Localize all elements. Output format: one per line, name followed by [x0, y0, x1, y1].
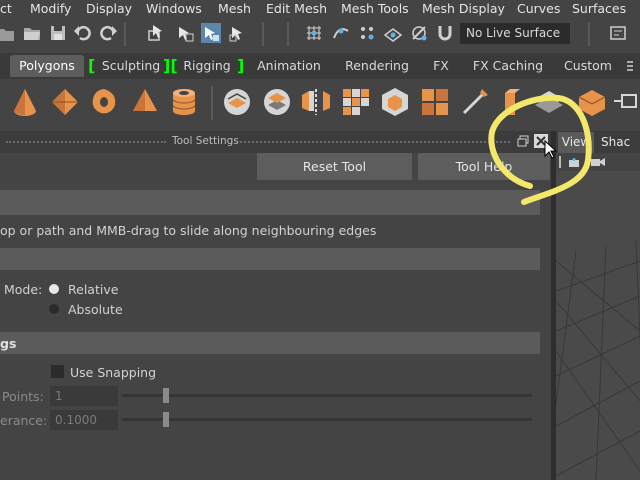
drag-handle[interactable]	[6, 141, 166, 145]
mouse-cursor-icon	[544, 140, 558, 159]
folder-open-icon[interactable]	[0, 23, 20, 43]
snap-points-label: Points:	[2, 389, 44, 404]
use-snapping-checkbox[interactable]	[51, 365, 64, 378]
relative-label: Relative	[68, 282, 119, 297]
snap-to-grid-icon[interactable]	[304, 23, 324, 43]
absolute-label: Absolute	[68, 302, 123, 317]
snap-points-slider[interactable]	[122, 394, 532, 397]
reduce-icon[interactable]	[378, 85, 412, 119]
tab-rigging[interactable]: Rigging	[178, 55, 236, 77]
redo-icon[interactable]	[98, 23, 118, 43]
tolerance-slider[interactable]	[122, 418, 532, 421]
toolbar-separator	[588, 22, 590, 46]
tab-fx-caching[interactable]: FX Caching	[468, 55, 548, 77]
make-live-icon[interactable]	[409, 23, 429, 43]
menu-bar: ct Modify Display Windows Mesh Edit Mesh…	[0, 0, 640, 17]
tool-settings-title: Tool Settings	[172, 135, 239, 147]
drag-handle[interactable]	[240, 141, 510, 145]
menu-select[interactable]: ct	[0, 1, 12, 16]
bracket-mid: ][	[163, 56, 178, 75]
open-scene-icon[interactable]	[22, 23, 42, 43]
tab-polygons[interactable]: Polygons	[10, 55, 84, 77]
tolerance-label: erance:	[0, 413, 48, 428]
snap-to-view-plane-icon[interactable]	[383, 23, 403, 43]
use-snapping-label: Use Snapping	[70, 365, 157, 380]
tab-sculpting[interactable]: Sculpting	[95, 55, 167, 77]
select-by-component-icon[interactable]	[201, 23, 221, 43]
snap-points-slider-handle[interactable]	[163, 388, 169, 403]
shelf-tab-bar: Polygons [ Sculpting ][ Rigging ] Animat…	[0, 53, 640, 79]
magnet-icon[interactable]	[435, 23, 455, 43]
menu-curves[interactable]: Curves	[517, 1, 560, 16]
reset-tool-button[interactable]: Reset Tool	[257, 153, 412, 180]
relative-radio[interactable]	[49, 284, 59, 294]
menu-edit-mesh[interactable]: Edit Mesh	[266, 1, 327, 16]
select-by-hierarchy-icon[interactable]	[146, 23, 166, 43]
live-surface-field[interactable]: No Live Surface	[460, 23, 570, 44]
poly-cone-icon[interactable]	[8, 85, 42, 119]
toolbar-separator	[124, 22, 126, 46]
poly-platonic-icon[interactable]	[48, 85, 82, 119]
select-component-icon[interactable]	[228, 23, 248, 43]
menu-display[interactable]: Display	[86, 1, 132, 16]
menu-windows[interactable]: Windows	[146, 1, 202, 16]
tolerance-field[interactable]: 0.1000	[50, 410, 118, 430]
select-by-object-icon[interactable]	[175, 23, 195, 43]
shelf-separator	[211, 86, 213, 120]
smooth-icon[interactable]	[339, 85, 373, 119]
menu-surfaces[interactable]: Surfaces	[572, 1, 626, 16]
combine-icon[interactable]	[220, 85, 254, 119]
toolbar-separator	[262, 22, 264, 46]
bracket-close: ]	[237, 56, 245, 75]
tab-overflow-icon[interactable]	[626, 59, 634, 73]
tab-rendering[interactable]: Rendering	[338, 55, 416, 77]
toolbar-separator	[287, 22, 289, 46]
separate-icon[interactable]	[260, 85, 294, 119]
snap-to-curve-icon[interactable]	[331, 23, 351, 43]
snap-to-point-icon[interactable]	[357, 23, 377, 43]
tool-settings-header: Tool Settings	[0, 131, 551, 153]
mode-label: Mode:	[4, 282, 43, 297]
poly-pipe-icon[interactable]	[167, 85, 201, 119]
save-icon[interactable]	[48, 23, 68, 43]
tool-settings-panel: Reset Tool Tool Help op or path and MMB-…	[0, 153, 551, 480]
tab-fx[interactable]: FX	[427, 55, 455, 77]
undo-icon[interactable]	[73, 23, 93, 43]
remesh-icon[interactable]	[418, 85, 452, 119]
poly-torus-icon[interactable]	[87, 85, 121, 119]
menu-mesh[interactable]: Mesh	[218, 1, 251, 16]
menu-mesh-tools[interactable]: Mesh Tools	[341, 1, 409, 16]
snapping-section-title: gs	[0, 336, 17, 351]
tolerance-slider-handle[interactable]	[163, 412, 169, 427]
tab-custom[interactable]: Custom	[558, 55, 618, 77]
status-toolbar: No Live Surface	[0, 17, 640, 50]
tab-animation[interactable]: Animation	[252, 55, 326, 77]
instruction-text: op or path and MMB-drag to slide along n…	[0, 223, 377, 238]
section-header-settings[interactable]	[0, 248, 540, 270]
mirror-icon[interactable]	[299, 85, 333, 119]
section-header-snapping[interactable]	[0, 332, 540, 354]
menu-modify[interactable]: Modify	[30, 1, 71, 16]
absolute-radio[interactable]	[49, 304, 59, 314]
target-weld-icon[interactable]	[614, 85, 640, 119]
poly-pyramid-icon[interactable]	[128, 85, 162, 119]
menu-mesh-display[interactable]: Mesh Display	[422, 1, 505, 16]
render-settings-icon[interactable]	[608, 23, 628, 43]
snap-points-field[interactable]: 1	[50, 386, 118, 406]
section-header-description[interactable]	[0, 190, 540, 215]
